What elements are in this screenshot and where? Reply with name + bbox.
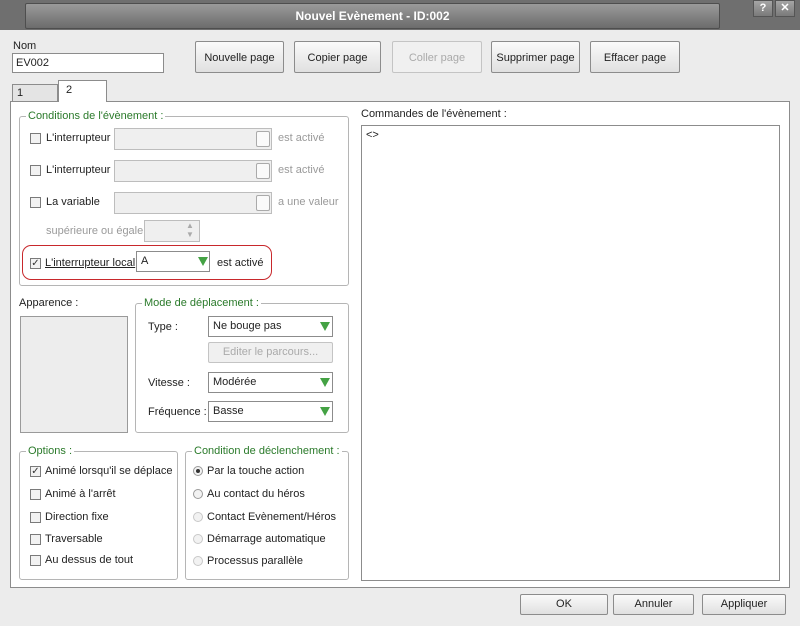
- switch1-suffix: est activé: [278, 132, 325, 144]
- tab-page-2[interactable]: 2: [58, 80, 107, 102]
- local-switch-suffix: est activé: [217, 257, 264, 269]
- trigger-radio-hero-touch[interactable]: [193, 489, 203, 499]
- local-switch-checkbox[interactable]: ✓: [30, 258, 41, 269]
- option-label: Au dessus de tout: [45, 554, 134, 566]
- trigger-radio-autorun[interactable]: [193, 534, 203, 544]
- switch2-suffix: est activé: [278, 164, 325, 176]
- trigger-label: Démarrage automatique: [207, 533, 326, 545]
- trigger-label: Au contact du héros: [207, 488, 305, 500]
- local-switch-dropdown-icon[interactable]: [198, 257, 208, 266]
- appearance-preview[interactable]: [20, 316, 128, 433]
- option-checkbox-passable[interactable]: [30, 534, 41, 545]
- frequency-combo[interactable]: Basse: [208, 401, 333, 422]
- switch1-picker-button[interactable]: [256, 131, 270, 147]
- switch1-label: L'interrupteur: [46, 132, 111, 144]
- cancel-button[interactable]: Annuler: [613, 594, 694, 615]
- speed-label: Vitesse :: [148, 377, 190, 389]
- speed-dropdown-icon[interactable]: [320, 378, 330, 387]
- name-label: Nom: [13, 40, 37, 52]
- name-input[interactable]: EV002: [12, 53, 164, 73]
- variable-field[interactable]: [114, 192, 272, 214]
- variable-compare-label: supérieure ou égale: [46, 225, 144, 237]
- window-title: Nouvel Evènement - ID:002: [25, 3, 720, 29]
- local-switch-label: L'interrupteur local: [45, 257, 136, 269]
- trigger-radio-parallel[interactable]: [193, 556, 203, 566]
- conditions-legend: Conditions de l'évènement :: [26, 110, 166, 122]
- delete-page-button[interactable]: Supprimer page: [491, 41, 580, 73]
- switch2-field[interactable]: [114, 160, 272, 182]
- option-checkbox-animated-moving[interactable]: ✓: [30, 466, 41, 477]
- type-dropdown-icon[interactable]: [320, 322, 330, 331]
- apply-button[interactable]: Appliquer: [702, 594, 786, 615]
- switch1-checkbox[interactable]: [30, 133, 41, 144]
- new-page-button[interactable]: Nouvelle page: [195, 41, 284, 73]
- switch2-checkbox[interactable]: [30, 165, 41, 176]
- option-checkbox-animated-still[interactable]: [30, 489, 41, 500]
- commands-label: Commandes de l'évènement :: [361, 108, 507, 120]
- variable-suffix: a une valeur: [278, 196, 339, 208]
- tab-page-1[interactable]: 1: [12, 84, 58, 101]
- option-label: Traversable: [45, 533, 103, 545]
- trigger-radio-event-touch[interactable]: [193, 512, 203, 522]
- trigger-label: Processus parallèle: [207, 555, 303, 567]
- edit-route-button[interactable]: Editer le parcours...: [208, 342, 333, 363]
- variable-picker-button[interactable]: [256, 195, 270, 211]
- type-label: Type :: [148, 321, 178, 333]
- spinner-arrows-icon[interactable]: ▲ ▼: [186, 221, 194, 239]
- commands-list-item[interactable]: <>: [366, 129, 379, 141]
- trigger-label: Par la touche action: [207, 465, 305, 477]
- close-button[interactable]: ✕: [775, 0, 795, 17]
- option-label: Direction fixe: [45, 511, 109, 523]
- option-checkbox-always-on-top[interactable]: [30, 555, 41, 566]
- trigger-label: Contact Evènement/Héros: [207, 511, 337, 523]
- trigger-legend: Condition de déclenchement :: [192, 445, 342, 457]
- option-label: Animé lorsqu'il se déplace: [45, 465, 173, 477]
- appearance-label: Apparence :: [19, 297, 79, 309]
- movement-legend: Mode de déplacement :: [142, 297, 261, 309]
- option-label: Animé à l'arrêt: [45, 488, 116, 500]
- switch2-label: L'interrupteur: [46, 164, 111, 176]
- type-combo[interactable]: Ne bouge pas: [208, 316, 333, 337]
- options-legend: Options :: [26, 445, 75, 457]
- variable-label: La variable: [46, 196, 100, 208]
- option-checkbox-fixed-direction[interactable]: [30, 512, 41, 523]
- variable-checkbox[interactable]: [30, 197, 41, 208]
- frequency-dropdown-icon[interactable]: [320, 407, 330, 416]
- frequency-label: Fréquence :: [148, 406, 207, 418]
- clear-page-button[interactable]: Effacer page: [590, 41, 680, 73]
- paste-page-button[interactable]: Coller page: [392, 41, 482, 73]
- speed-combo[interactable]: Modérée: [208, 372, 333, 393]
- switch2-picker-button[interactable]: [256, 163, 270, 179]
- trigger-radio-action-key[interactable]: [193, 466, 203, 476]
- copy-page-button[interactable]: Copier page: [294, 41, 381, 73]
- switch1-field[interactable]: [114, 128, 272, 150]
- ok-button[interactable]: OK: [520, 594, 608, 615]
- help-button[interactable]: ?: [753, 0, 773, 17]
- commands-list[interactable]: [361, 125, 780, 581]
